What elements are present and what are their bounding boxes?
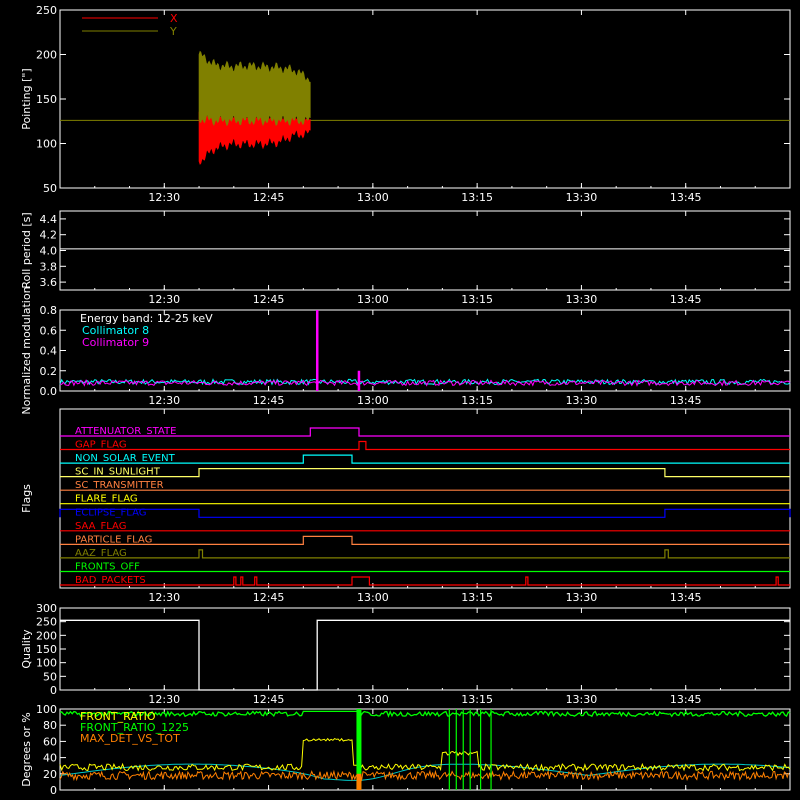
y-tick-label: 0.0 bbox=[40, 385, 58, 398]
legend-label-max-det-vs-tot: MAX_DET_VS_TOT bbox=[80, 732, 180, 745]
flag-label-aaz-flag: AAZ_FLAG bbox=[75, 548, 127, 559]
y-tick-label: 4.2 bbox=[40, 229, 58, 242]
flag-line-gap-flag bbox=[60, 440, 790, 451]
x-tick-label: 13:45 bbox=[670, 293, 702, 306]
x-tick-label: 13:45 bbox=[670, 693, 702, 706]
y-tick-label: 200 bbox=[36, 629, 57, 642]
x-tick-label: 12:45 bbox=[253, 191, 285, 204]
x-tick-label: 12:45 bbox=[253, 293, 285, 306]
x-tick-label: 13:30 bbox=[566, 394, 598, 407]
y-tick-label: 100 bbox=[36, 703, 57, 716]
y-tick-label: 100 bbox=[36, 138, 57, 151]
flag-line-particle-flag bbox=[60, 535, 790, 546]
y-tick-label: 0 bbox=[50, 684, 57, 697]
x-tick-label: 12:30 bbox=[148, 293, 180, 306]
y-tick-label: 250 bbox=[36, 616, 57, 629]
x-tick-label: 13:15 bbox=[461, 693, 493, 706]
y-tick-label: 0.8 bbox=[40, 304, 58, 317]
x-tick-label: 13:15 bbox=[461, 293, 493, 306]
flag-label-particle-flag: PARTICLE_FLAG bbox=[75, 534, 152, 545]
plot-canvas: 50100150200250Pointing ["]12:30 12:45 13:0… bbox=[20, 4, 791, 797]
x-tick-label: 13:30 bbox=[566, 693, 598, 706]
x-tick-label: 12:30 bbox=[148, 693, 180, 706]
y-axis-label: Roll period [s] bbox=[20, 212, 33, 288]
y-tick-label: 3.8 bbox=[40, 260, 58, 273]
legend-label-y: Y bbox=[169, 25, 177, 38]
y-tick-label: 50 bbox=[43, 182, 57, 195]
legend-label-collimator-9: Collimator 9 bbox=[82, 336, 149, 349]
legend-label-x: X bbox=[170, 12, 178, 25]
y-tick-label: 0.6 bbox=[40, 324, 58, 337]
flag-label-non-solar-event: NON_SOLAR_EVENT bbox=[75, 453, 176, 464]
y-tick-label: 4.0 bbox=[40, 245, 58, 258]
x-tick-label: 12:45 bbox=[253, 394, 285, 407]
flag-line-eclipse-flag bbox=[59, 508, 791, 518]
x-tick-label: 13:00 bbox=[357, 394, 389, 407]
y-tick-label: 80 bbox=[43, 719, 57, 732]
y-tick-label: 200 bbox=[36, 49, 57, 62]
flag-line-sc-in-sunlight bbox=[60, 468, 790, 478]
y-axis-label: Flags bbox=[20, 484, 33, 513]
y-tick-label: 3.6 bbox=[40, 276, 58, 289]
quality-line bbox=[60, 619, 790, 691]
flag-label-bad-packets: BAD_PACKETS bbox=[75, 575, 146, 586]
flag-label-fronts-off: FRONTS_OFF bbox=[75, 561, 140, 572]
flag-label-sc-transmitter: SC_TRANSMITTER bbox=[75, 480, 164, 491]
x-tick-label: 12:45 bbox=[253, 693, 285, 706]
x-tick-label: 12:30 bbox=[148, 191, 180, 204]
y-tick-label: 300 bbox=[36, 602, 57, 615]
x-tick-label: 13:00 bbox=[357, 693, 389, 706]
degrees-max-det-series bbox=[59, 769, 790, 782]
y-tick-label: 150 bbox=[36, 643, 57, 656]
flag-label-saa-flag: SAA_FLAG bbox=[75, 521, 126, 532]
y-tick-label: 0.4 bbox=[40, 345, 58, 358]
roll-panel-frame bbox=[59, 210, 791, 291]
x-tick-label: 13:15 bbox=[461, 394, 493, 407]
y-tick-label: 0 bbox=[50, 784, 57, 797]
x-tick-label: 13:15 bbox=[461, 191, 493, 204]
x-tick-label: 13:15 bbox=[461, 591, 493, 604]
y-axis-label: Quality bbox=[20, 629, 33, 669]
flag-label-gap-flag: GAP_FLAG bbox=[75, 440, 127, 451]
x-tick-label: 13:00 bbox=[357, 191, 389, 204]
x-tick-label: 13:00 bbox=[357, 293, 389, 306]
y-axis-label: Degrees or % bbox=[20, 712, 33, 786]
x-tick-label: 13:45 bbox=[670, 191, 702, 204]
degrees-front-ratio-1225-series bbox=[59, 710, 791, 718]
flag-line-aaz-flag bbox=[60, 549, 790, 559]
x-tick-label: 12:30 bbox=[148, 394, 180, 407]
flag-label-eclipse-flag: ECLIPSE_FLAG bbox=[75, 507, 146, 518]
x-tick-label: 13:30 bbox=[566, 591, 598, 604]
x-tick-label: 13:45 bbox=[670, 591, 702, 604]
pointing-band-y bbox=[198, 50, 311, 127]
y-tick-label: 40 bbox=[43, 752, 57, 765]
y-axis-label: Normalized modulation bbox=[20, 286, 33, 414]
y-axis-label: Pointing ["] bbox=[20, 68, 33, 129]
x-tick-label: 13:00 bbox=[357, 591, 389, 604]
x-tick-label: 12:30 bbox=[148, 591, 180, 604]
y-tick-label: 50 bbox=[43, 670, 57, 683]
flag-label-sc-in-sunlight: SC_IN_SUNLIGHT bbox=[75, 467, 161, 478]
y-tick-label: 4.4 bbox=[40, 213, 58, 226]
x-tick-label: 13:30 bbox=[566, 293, 598, 306]
y-tick-label: 60 bbox=[43, 735, 57, 748]
y-tick-label: 250 bbox=[36, 4, 57, 17]
flag-line-bad-packets bbox=[60, 576, 790, 586]
x-tick-label: 13:45 bbox=[670, 394, 702, 407]
y-tick-label: 20 bbox=[43, 768, 57, 781]
y-tick-label: 0.2 bbox=[40, 365, 58, 378]
x-tick-label: 12:45 bbox=[253, 591, 285, 604]
y-tick-label: 150 bbox=[36, 93, 57, 106]
y-tick-label: 100 bbox=[36, 657, 57, 670]
x-tick-label: 13:30 bbox=[566, 191, 598, 204]
flag-label-flare-flag: FLARE_FLAG bbox=[75, 494, 138, 505]
flag-label-attenuator-state: ATTENUATOR_STATE bbox=[75, 426, 176, 437]
